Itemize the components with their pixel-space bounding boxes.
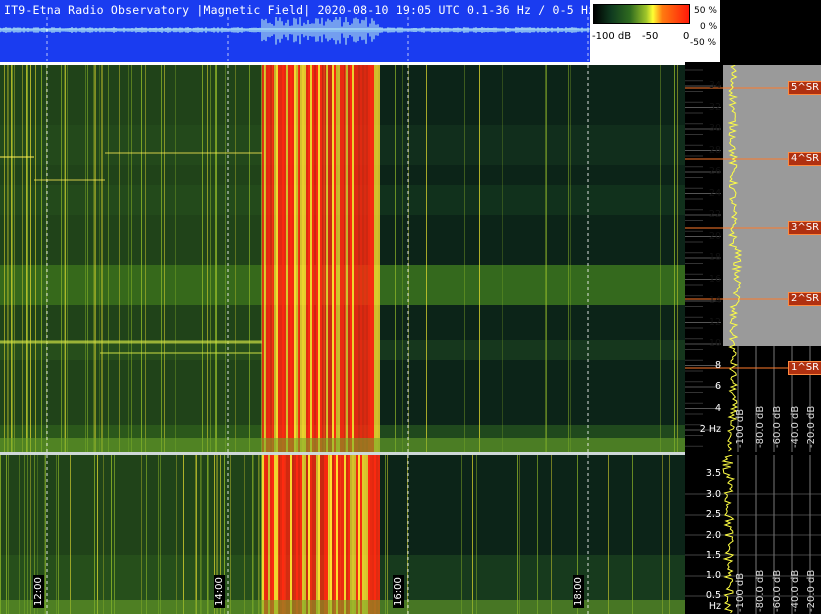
spectrogram-top	[0, 65, 685, 452]
db-tick-label: -80.0 dB	[755, 569, 766, 612]
hz-tick-label: 28	[708, 144, 721, 156]
hz-tick-label: 16	[708, 273, 721, 285]
schumann-resonance-label: 2^SR	[788, 292, 821, 306]
hz-tick-label: 30	[708, 123, 721, 134]
spectrogram-top-canvas	[0, 65, 685, 452]
waveform-header: IT9-Etna Radio Observatory |Magnetic Fie…	[0, 0, 595, 62]
hz-tick-label: 14	[708, 295, 721, 306]
hz-tick-label: 34	[708, 80, 721, 91]
colorbar-label-min: -100 dB	[592, 31, 632, 42]
hz-tick-label: 1.5	[705, 550, 721, 561]
db-tick-label: -40.0 dB	[790, 569, 801, 612]
hz-tick-label: 0.5 Hz	[705, 590, 721, 612]
percent-label-top: 50 %	[694, 6, 717, 16]
hz-tick-label: 8	[714, 359, 721, 371]
hz-tick-label: 6	[714, 381, 721, 392]
db-tick-label: -100 dB	[735, 572, 746, 612]
db-tick-label: -20.0 dB	[806, 569, 817, 612]
db-tick-label: -80.0 dB	[755, 405, 766, 448]
colorbar-gradient	[593, 4, 690, 24]
colorbar-label-mid: -50	[642, 31, 659, 42]
hz-tick-label: 12	[708, 316, 721, 328]
schumann-resonance-label: 3^SR	[788, 221, 821, 235]
percent-label-mid: 0 %	[700, 22, 718, 32]
hz-tick-label: 24	[708, 187, 721, 199]
schumann-resonance-label: 5^SR	[788, 81, 821, 95]
time-label-1400: 14:00	[214, 575, 225, 608]
percent-label-bottom: -50 %	[690, 38, 717, 48]
time-label-1800: 18:00	[573, 575, 584, 608]
hz-tick-label: 18	[708, 252, 721, 263]
time-label-1600: 16:00	[393, 575, 404, 608]
hz-tick-label: 4	[714, 402, 721, 414]
hz-tick-label: 32	[708, 101, 721, 113]
db-tick-label: -60.0 dB	[772, 405, 783, 448]
observatory-title: IT9-Etna Radio Observatory |Magnetic Fie…	[4, 3, 596, 17]
schumann-resonance-label: 1^SR	[788, 361, 821, 375]
schumann-resonance-label: 4^SR	[788, 152, 821, 166]
db-tick-label: -100 dB	[735, 408, 746, 448]
db-tick-label: -60.0 dB	[772, 569, 783, 612]
colorbar-label-max: 0	[683, 31, 690, 42]
colorbar-legend: -100 dB -50 0 50 % 0 % -50 %	[590, 0, 720, 62]
hz-tick-label: 26	[708, 166, 721, 177]
hz-tick-label: 10	[708, 338, 721, 349]
time-label-1200: 12:00	[33, 575, 44, 608]
db-tick-label: -40.0 dB	[790, 405, 801, 448]
hz-tick-label: 2.5	[705, 509, 721, 520]
waveform-trace	[0, 17, 590, 61]
hz-tick-label: 2.0	[705, 530, 721, 541]
hz-tick-label: 22	[708, 209, 721, 220]
hz-tick-label: 3.0	[705, 489, 721, 500]
hz-tick-label: 2 Hz	[699, 424, 721, 435]
hz-tick-label: 20	[708, 230, 721, 242]
hz-tick-label: 1.0	[705, 570, 721, 581]
hz-tick-label: 3.5	[705, 468, 721, 479]
db-tick-label: -20.0 dB	[806, 405, 817, 448]
